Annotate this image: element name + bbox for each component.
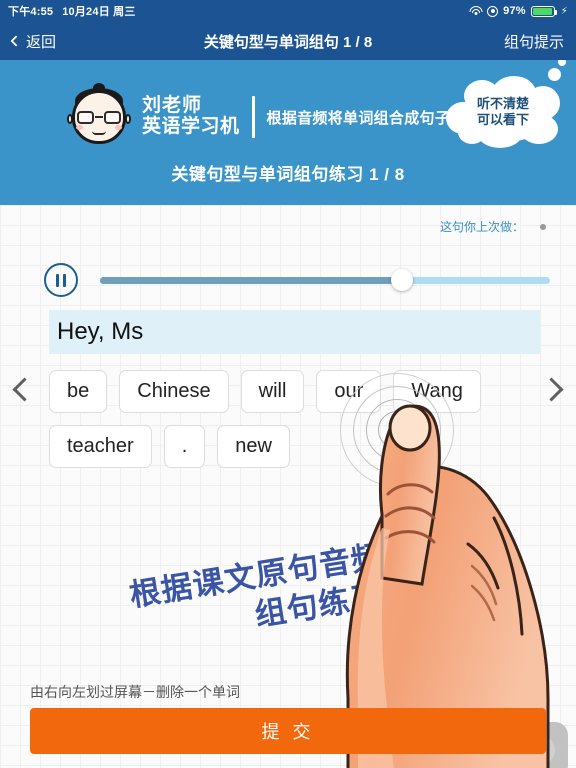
status-date: 10月24日 周三 <box>62 6 136 18</box>
back-button[interactable]: 返回 <box>10 31 57 52</box>
last-attempt-label: 这句你上次做： <box>439 220 524 234</box>
last-attempt-status: 这句你上次做： <box>440 218 546 235</box>
thought-bubble-text: 听不清楚 可以看下 <box>444 96 562 129</box>
next-sentence-button[interactable] <box>539 377 564 402</box>
swipe-hint-text: 由右向左划过屏幕－删除一个单词 <box>30 684 240 700</box>
slider-thumb[interactable] <box>390 269 413 291</box>
word-tile[interactable]: Wang <box>393 370 481 413</box>
thought-bubble-line-2: 可以看下 <box>476 112 529 128</box>
chevron-right-icon <box>539 377 564 402</box>
previous-sentence-button[interactable] <box>12 377 37 402</box>
pause-button[interactable] <box>44 263 78 297</box>
audio-progress-slider[interactable] <box>100 269 550 291</box>
wifi-icon <box>469 6 483 16</box>
location-icon <box>487 5 499 17</box>
brand-line-2: 英语学习机 <box>142 116 240 137</box>
navigation-bar: 返回 关键句型与单词组句 1 / 8 组句提示 <box>0 22 576 60</box>
last-attempt-dot-icon <box>540 223 546 230</box>
teacher-avatar-icon <box>67 83 131 148</box>
word-tile[interactable]: . <box>163 425 206 468</box>
submit-button[interactable]: 提 交 <box>30 708 546 754</box>
app-root: 下午4:55 10月24日 周三 97% ⚡ 返回 关键句型与单词组句 1 / … <box>0 0 576 768</box>
thought-bubble-line-1: 听不清楚 <box>476 96 529 111</box>
thought-bubble: 听不清楚 可以看下 <box>444 60 566 152</box>
status-indicators: 97% ⚡ <box>469 5 568 17</box>
brand-divider <box>251 96 255 138</box>
banner-tagline: 根据音频将单词组合成句子 <box>266 109 451 127</box>
pause-icon-bar-left <box>56 273 59 287</box>
chevron-left-icon <box>12 377 37 402</box>
slider-track-fill <box>100 276 402 284</box>
answer-text: Hey, Ms <box>57 318 144 345</box>
battery-icon <box>530 5 558 17</box>
status-bar: 下午4:55 10月24日 周三 97% ⚡ <box>0 0 576 22</box>
battery-percent-label: 97% <box>503 5 526 17</box>
brand-line-1: 刘老师 <box>142 95 203 117</box>
answer-field[interactable]: Hey, Ms <box>49 310 540 354</box>
word-tile[interactable]: teacher <box>49 425 152 468</box>
word-tile[interactable]: new <box>217 425 290 468</box>
brand-name: 刘老师 英语学习机 <box>142 96 240 137</box>
status-time: 下午4:55 <box>8 6 54 18</box>
word-tile[interactable]: Chinese <box>119 370 229 413</box>
audio-player <box>0 263 576 297</box>
chevron-left-icon <box>10 35 22 47</box>
charging-bolt-icon: ⚡ <box>560 5 568 17</box>
page-title: 关键句型与单词组句 1 / 8 <box>203 33 373 51</box>
word-tile[interactable]: will <box>240 370 305 413</box>
sentence-hint-button[interactable]: 组句提示 <box>504 31 564 52</box>
word-tile[interactable]: be <box>49 370 108 413</box>
pause-icon-bar-right <box>63 273 66 287</box>
back-button-label: 返回 <box>26 33 57 51</box>
word-tile-list: be Chinese will our Wang teacher . new <box>49 370 540 468</box>
word-tile[interactable]: our <box>316 370 382 413</box>
banner-title: 关键句型与单词组句练习 1 / 8 <box>171 165 405 184</box>
promo-banner: 刘老师 英语学习机 根据音频将单词组合成句子 听不清楚 可以看下 关键句型与单词… <box>0 60 576 205</box>
